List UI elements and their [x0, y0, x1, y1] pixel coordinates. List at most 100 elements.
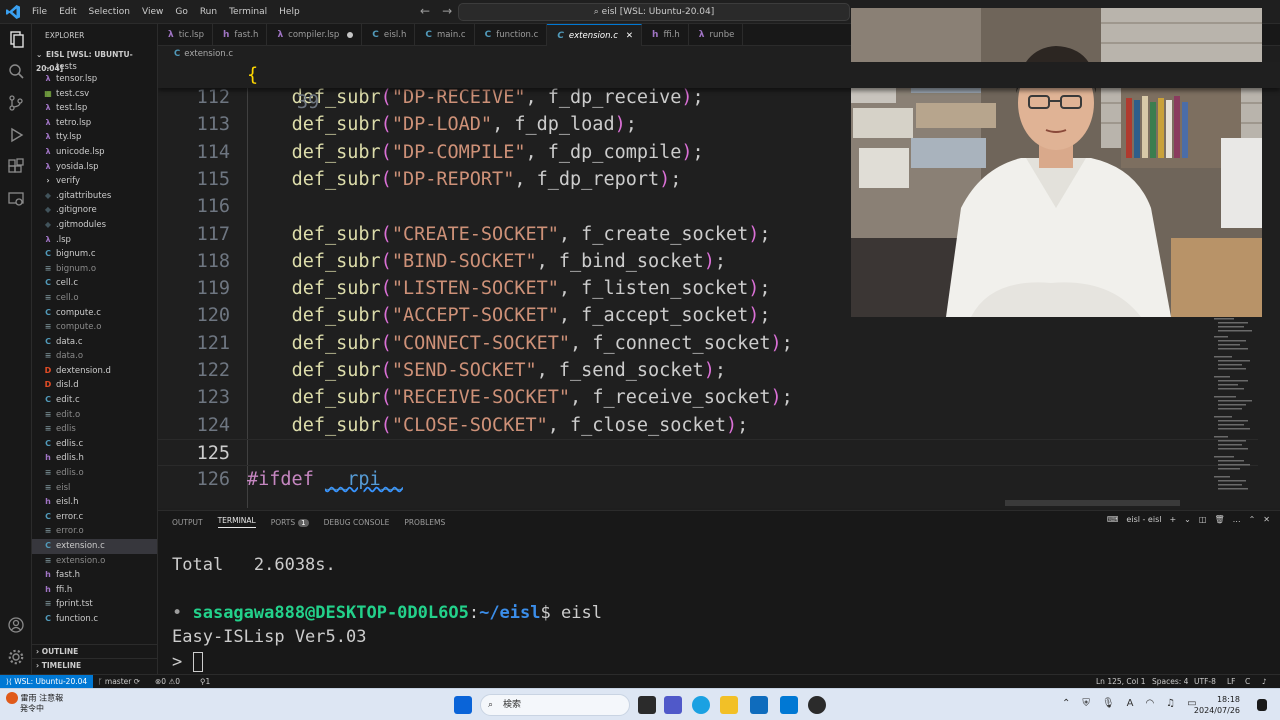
- sidebar-file-item[interactable]: h ffi.h: [32, 583, 157, 598]
- menu-selection[interactable]: Selection: [83, 7, 136, 17]
- editor-tab[interactable]: Cfunction.c: [475, 24, 548, 46]
- editor-tab[interactable]: h fast.h: [213, 24, 268, 46]
- windows-start-icon[interactable]: [454, 696, 472, 714]
- minimap[interactable]: [1210, 316, 1264, 506]
- menu-terminal[interactable]: Terminal: [223, 7, 273, 17]
- problems-indicator[interactable]: ⊗0 ⚠0: [155, 675, 180, 689]
- editor-tab[interactable]: Ceisl.h: [362, 24, 416, 46]
- end-of-line[interactable]: LF: [1227, 675, 1236, 689]
- cursor-position[interactable]: Ln 125, Col 1: [1096, 675, 1145, 689]
- editor-tab[interactable]: λ tic.lsp: [158, 24, 213, 46]
- sidebar-file-item[interactable]: λ yosida.lsp: [32, 160, 157, 175]
- forward-arrow-icon[interactable]: →: [442, 4, 452, 18]
- remote-indicator[interactable]: ⟩⟨ WSL: Ubuntu-20.04: [0, 675, 94, 689]
- branch-indicator[interactable]: ᚴ master ⟳: [98, 675, 140, 689]
- explorer-icon[interactable]: [7, 30, 25, 48]
- menu-file[interactable]: File: [26, 7, 53, 17]
- tab-output[interactable]: OUTPUT: [172, 518, 203, 527]
- defender-icon[interactable]: ⛨: [1082, 698, 1090, 709]
- sidebar-file-item[interactable]: ≡ fprint.tst: [32, 597, 157, 612]
- sidebar-file-item[interactable]: ◆ .gitattributes: [32, 189, 157, 204]
- sidebar-file-item[interactable]: Cfunction.c: [32, 612, 157, 627]
- menu-run[interactable]: Run: [194, 7, 223, 17]
- sidebar-file-item[interactable]: Ddextension.d: [32, 364, 157, 379]
- sidebar-file-item[interactable]: λ tensor.lsp: [32, 72, 157, 87]
- encoding[interactable]: UTF-8: [1194, 675, 1216, 689]
- sidebar-file-item[interactable]: h fast.h: [32, 568, 157, 583]
- taskbar-search[interactable]: ⌕ 検索: [480, 694, 630, 716]
- run-debug-icon[interactable]: [7, 126, 25, 144]
- account-icon[interactable]: [7, 616, 25, 634]
- source-control-icon[interactable]: [7, 94, 25, 112]
- sidebar-file-item[interactable]: ◆ .gitmodules: [32, 218, 157, 233]
- sidebar-file-item[interactable]: h eisl.h: [32, 495, 157, 510]
- sidebar-file-item[interactable]: λ test.lsp: [32, 101, 157, 116]
- timeline-section[interactable]: › TIMELINE: [32, 658, 157, 672]
- split-terminal-icon[interactable]: ◫: [1199, 515, 1207, 524]
- editor-tab[interactable]: λ compiler.lsp: [267, 24, 363, 46]
- trash-icon[interactable]: 🗑: [1214, 515, 1224, 524]
- indentation[interactable]: Spaces: 4: [1152, 675, 1188, 689]
- vscode-taskbar-icon[interactable]: [780, 696, 798, 714]
- sidebar-file-item[interactable]: λ tetro.lsp: [32, 116, 157, 131]
- sidebar-file-item[interactable]: ≡ cell.o: [32, 291, 157, 306]
- horizontal-scrollbar[interactable]: [1005, 500, 1180, 506]
- editor-tab[interactable]: λ runbe: [689, 24, 744, 46]
- search-sidebar-icon[interactable]: [7, 62, 25, 80]
- sidebar-file-item[interactable]: Cedlis.c: [32, 437, 157, 452]
- language-mode[interactable]: C: [1245, 675, 1250, 689]
- sidebar-file-item[interactable]: ≡ edlis.o: [32, 466, 157, 481]
- sidebar-file-item[interactable]: ≡ bignum.o: [32, 262, 157, 277]
- file-explorer-icon[interactable]: [720, 696, 738, 714]
- sidebar-file-item[interactable]: Cerror.c: [32, 510, 157, 525]
- weather-widget[interactable]: 雷雨 注意報 発令中: [6, 692, 63, 714]
- bell-icon[interactable]: ♪: [1262, 675, 1267, 689]
- tab-ports[interactable]: PORTS 1: [271, 518, 309, 527]
- editor-tab[interactable]: Cmain.c: [415, 24, 475, 46]
- mail-icon[interactable]: [750, 696, 768, 714]
- menu-edit[interactable]: Edit: [53, 7, 82, 17]
- task-view-icon[interactable]: [638, 696, 656, 714]
- terminal-input-line[interactable]: >: [172, 650, 203, 674]
- teams-icon[interactable]: [664, 696, 682, 714]
- wifi-icon[interactable]: ◠: [1145, 698, 1154, 709]
- sidebar-file-item[interactable]: ≡ compute.o: [32, 320, 157, 335]
- sidebar-file-item[interactable]: λ .lsp: [32, 233, 157, 248]
- sidebar-file-item[interactable]: ≡ data.o: [32, 349, 157, 364]
- ime-indicator[interactable]: A: [1127, 698, 1134, 709]
- sidebar-file-item[interactable]: ≡ extension.o: [32, 554, 157, 569]
- sidebar-file-item[interactable]: Ccompute.c: [32, 306, 157, 321]
- edge-browser-icon[interactable]: [692, 696, 710, 714]
- folder-tests[interactable]: ⌄ tests: [32, 62, 157, 72]
- sticky-scroll-header[interactable]: 39 {: [158, 62, 1280, 113]
- menu-view[interactable]: View: [136, 7, 169, 17]
- sidebar-file-item[interactable]: Cdata.c: [32, 335, 157, 350]
- tab-terminal[interactable]: TERMINAL: [217, 516, 256, 528]
- back-arrow-icon[interactable]: ←: [420, 4, 430, 18]
- workspace-header[interactable]: ⌄ EISL [WSL: UBUNTU-20.04]: [32, 48, 157, 73]
- ports-indicator[interactable]: ⚲1: [200, 675, 210, 689]
- chevron-down-icon[interactable]: ⌄: [1184, 515, 1191, 524]
- close-icon[interactable]: ✕: [1263, 515, 1270, 524]
- sidebar-file-item[interactable]: Ddisl.d: [32, 378, 157, 393]
- breadcrumb[interactable]: Cextension.c: [158, 46, 858, 62]
- unsaved-dot-icon[interactable]: [347, 32, 354, 38]
- extensions-icon[interactable]: [7, 158, 25, 176]
- close-tab-icon[interactable]: ✕: [626, 25, 633, 47]
- settings-gear-icon[interactable]: [7, 648, 25, 666]
- editor-tab[interactable]: Cextension.c ✕: [547, 24, 643, 47]
- sidebar-file-item[interactable]: › verify: [32, 174, 157, 189]
- terminal-name[interactable]: eisl - eisl: [1126, 515, 1161, 524]
- sidebar-file-item[interactable]: ≡ edit.o: [32, 408, 157, 423]
- tab-problems[interactable]: PROBLEMS: [404, 518, 445, 527]
- editor-tab[interactable]: h ffi.h: [642, 24, 689, 46]
- tab-debug-console[interactable]: DEBUG CONSOLE: [324, 518, 390, 527]
- sidebar-file-item[interactable]: ≡ error.o: [32, 524, 157, 539]
- sidebar-file-item[interactable]: Ccell.c: [32, 276, 157, 291]
- chevron-up-icon[interactable]: ⌃: [1062, 698, 1070, 709]
- sidebar-file-item[interactable]: λ tty.lsp: [32, 130, 157, 145]
- clock[interactable]: 18:18 2024/07/26: [1194, 694, 1240, 716]
- sidebar-file-item[interactable]: Cbignum.c: [32, 247, 157, 262]
- command-center[interactable]: ⌕ eisl [WSL: Ubuntu-20.04]: [458, 3, 850, 21]
- microphone-icon[interactable]: 🎙: [1102, 698, 1115, 709]
